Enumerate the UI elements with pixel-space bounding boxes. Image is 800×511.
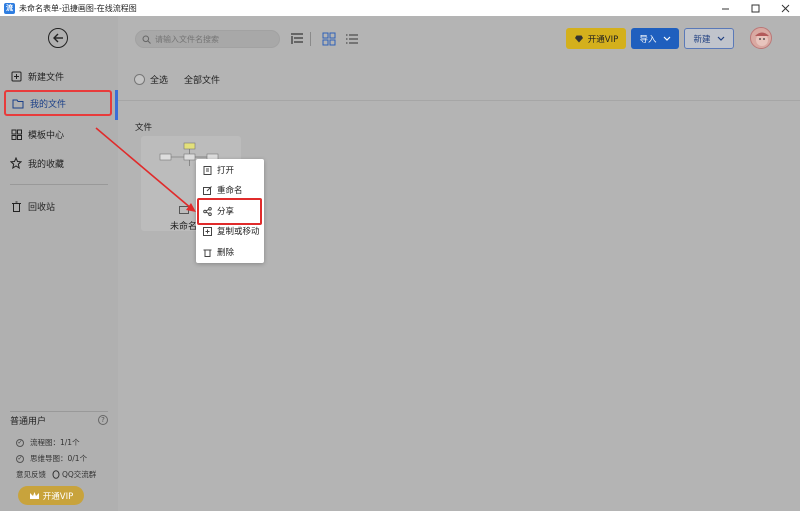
title-bar: 流 未命名表单-迅捷画图-在线流程图 <box>0 0 800 16</box>
grid-icon <box>10 128 22 140</box>
window-title: 未命名表单-迅捷画图-在线流程图 <box>19 3 137 13</box>
quota-label: 思维导图：0/1个 <box>30 454 88 463</box>
star-icon <box>10 157 22 169</box>
avatar-face-icon <box>755 32 769 46</box>
menu-item-label: 删除 <box>217 248 235 258</box>
sidebar-item-label: 我的收藏 <box>28 159 65 170</box>
diamond-heart-icon <box>574 35 583 43</box>
sidebar-item-label: 新建文件 <box>28 72 65 83</box>
share-highlight-box <box>197 198 262 225</box>
feedback-link[interactable]: 意见反馈 <box>16 469 46 480</box>
check-icon: ✓ <box>16 454 24 463</box>
window-controls <box>710 0 800 16</box>
trash-icon <box>10 200 22 212</box>
crown-icon <box>29 492 39 499</box>
file-name[interactable]: 未命名 <box>170 219 197 232</box>
file-type-icon <box>179 206 189 214</box>
sort-icon <box>291 33 303 44</box>
sidebar-item-label: 模板中心 <box>28 130 65 141</box>
sidebar-item-new-file[interactable]: 新建文件 <box>10 65 110 87</box>
rename-icon <box>203 185 212 195</box>
sidebar-divider <box>10 411 108 412</box>
minimize-button[interactable] <box>710 0 740 16</box>
import-label: 导入 <box>639 34 657 45</box>
menu-item-open[interactable]: 打开 <box>196 160 264 180</box>
quota-flowchart: ✓ 流程图：1/1个 <box>16 437 80 448</box>
chevron-down-icon <box>663 36 670 41</box>
menu-item-label: 重命名 <box>217 186 243 196</box>
sort-button[interactable] <box>290 32 304 46</box>
sidebar-item-label: 回收站 <box>28 202 56 213</box>
app-icon: 流 <box>4 2 15 14</box>
select-row: 全选 全部文件 <box>134 73 220 86</box>
menu-item-rename[interactable]: 重命名 <box>196 180 264 200</box>
qq-group-link[interactable]: QQ交流群 <box>52 469 96 480</box>
main-content: 开通VIP 导入 新建 全选 全部文件 文件 未命名 <box>118 16 800 511</box>
all-files-label: 全部文件 <box>184 76 221 86</box>
new-file-icon <box>10 70 22 82</box>
grid-view-button[interactable] <box>322 32 336 46</box>
sidebar-item-templates[interactable]: 模板中心 <box>10 123 110 145</box>
check-icon: ✓ <box>16 438 24 447</box>
search-icon <box>142 35 151 44</box>
user-type-label: 普通用户 <box>10 417 47 427</box>
list-view-button[interactable] <box>345 32 359 46</box>
quota-mindmap: ✓ 思维导图：0/1个 <box>16 453 87 464</box>
sidebar-item-my-files[interactable]: 我的文件 <box>4 90 112 116</box>
sidebar-item-label: 我的文件 <box>30 99 67 110</box>
menu-item-label: 复制或移动 <box>217 227 260 237</box>
chevron-down-icon <box>717 36 724 41</box>
feedback-row: 意见反馈 QQ交流群 <box>16 469 96 480</box>
vip-label: 开通VIP <box>42 491 74 502</box>
new-button[interactable]: 新建 <box>684 28 734 49</box>
help-icon[interactable]: ? <box>98 415 108 425</box>
sidebar: 新建文件 我的文件 模板中心 我的收藏 回收站 普通用户 ? ✓ 流程图：1/1… <box>0 16 118 511</box>
copy-move-icon <box>203 226 212 236</box>
delete-icon <box>203 248 212 257</box>
sidebar-vip-button[interactable]: 开通VIP <box>18 486 84 505</box>
open-vip-button[interactable]: 开通VIP <box>566 28 626 49</box>
toolbar-divider <box>310 32 311 46</box>
grid-view-icon <box>322 32 336 46</box>
sidebar-divider <box>10 184 108 185</box>
vip-label: 开通VIP <box>587 34 619 45</box>
minimize-icon <box>721 8 729 9</box>
select-all-label[interactable]: 全选 <box>150 73 168 86</box>
maximize-icon <box>751 4 759 12</box>
list-view-icon <box>346 34 358 44</box>
section-label: 文件 <box>135 123 153 133</box>
menu-item-label: 打开 <box>217 166 235 176</box>
qq-icon <box>52 470 60 479</box>
menu-item-delete[interactable]: 删除 <box>196 242 264 262</box>
close-icon <box>781 4 789 12</box>
avatar[interactable] <box>750 27 772 49</box>
select-all-radio[interactable] <box>134 74 145 85</box>
new-label: 新建 <box>693 34 711 45</box>
qq-group-label: QQ交流群 <box>62 470 97 479</box>
back-button[interactable] <box>48 28 68 48</box>
search-input[interactable] <box>155 34 275 44</box>
sidebar-item-favorites[interactable]: 我的收藏 <box>10 152 110 174</box>
maximize-button[interactable] <box>740 0 770 16</box>
folder-icon <box>12 97 24 109</box>
back-arrow-icon <box>53 33 63 43</box>
import-button[interactable]: 导入 <box>631 28 679 49</box>
quota-label: 流程图：1/1个 <box>30 438 80 447</box>
search-box[interactable] <box>135 30 280 48</box>
sidebar-item-trash[interactable]: 回收站 <box>10 195 110 217</box>
main-divider <box>118 100 800 101</box>
close-button[interactable] <box>770 0 800 16</box>
open-icon <box>203 165 212 175</box>
